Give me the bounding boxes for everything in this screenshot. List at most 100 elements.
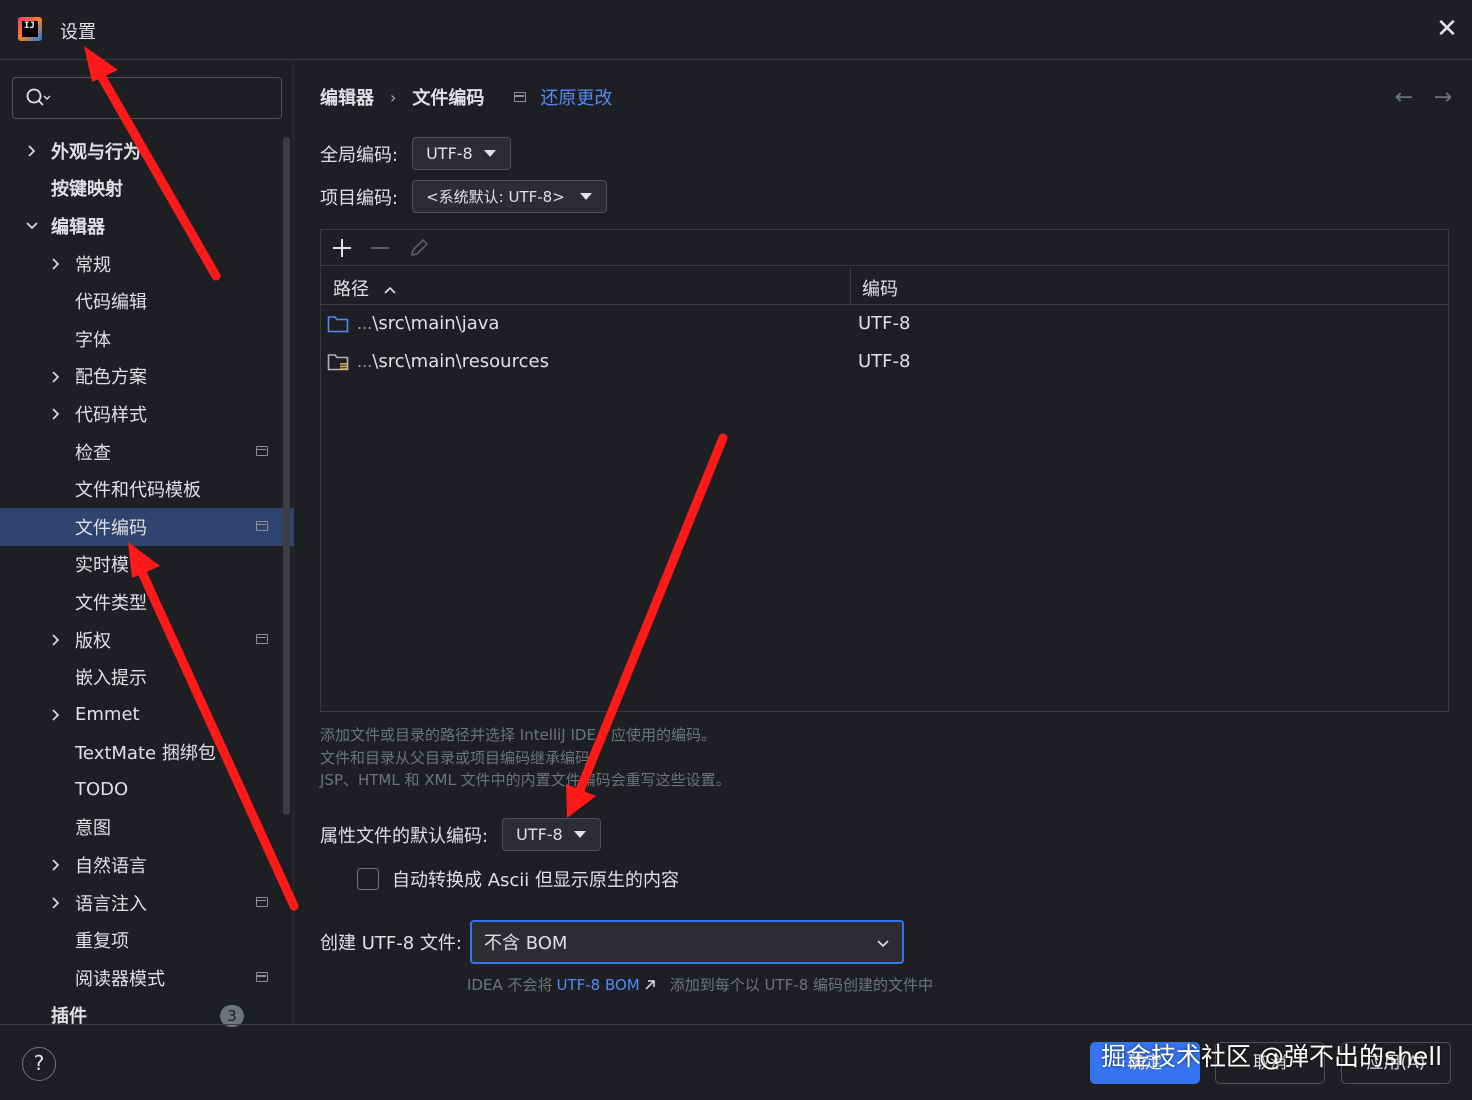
chevron-down-icon[interactable]	[25, 219, 39, 233]
sidebar-item[interactable]: 字体	[0, 320, 294, 358]
sidebar-scrollbar[interactable]	[283, 137, 290, 815]
breadcrumb-parent[interactable]: 编辑器	[320, 84, 374, 110]
encoding-column-header[interactable]: 编码	[862, 275, 898, 301]
help-button[interactable]: ?	[22, 1047, 56, 1081]
sidebar-item[interactable]: 按键映射	[0, 170, 294, 208]
app-logo-icon: IJ	[18, 17, 42, 41]
row-encoding[interactable]: UTF-8	[858, 313, 910, 334]
project-scope-icon	[256, 896, 268, 907]
project-scope-icon	[514, 92, 527, 102]
file-encoding-table: 路径 编码 ...\src\main\java UTF-8 ...\src\ma…	[320, 229, 1449, 712]
settings-sidebar: 外观与行为按键映射编辑器 常规代码编辑字体配色方案代码样式检查 文件和代码模板文件编…	[0, 61, 294, 1027]
sidebar-item[interactable]: 语言注入	[0, 884, 294, 922]
global-encoding-select[interactable]: UTF-8	[412, 137, 512, 170]
resources-folder-icon	[327, 354, 349, 371]
sidebar-item[interactable]: 代码样式	[0, 395, 294, 433]
forward-arrow-icon[interactable]: →	[1431, 86, 1455, 110]
cancel-button[interactable]: 取消	[1215, 1042, 1325, 1084]
settings-search[interactable]	[12, 77, 282, 119]
sidebar-item-label: 实时模	[75, 555, 129, 577]
sidebar-item-label: 文件编码	[75, 517, 147, 539]
sidebar-item-label: 代码样式	[75, 404, 147, 426]
utf8-bom-select[interactable]: 不含 BOM	[469, 920, 904, 964]
dropdown-arrow-icon	[574, 831, 587, 838]
sidebar-item[interactable]: 重复项	[0, 921, 294, 959]
sidebar-item[interactable]: 常规	[0, 245, 294, 283]
back-arrow-icon[interactable]: ←	[1392, 86, 1416, 110]
ascii-conversion-option[interactable]: 自动转换成 Ascii 但显示原生的内容	[357, 866, 679, 892]
sidebar-item[interactable]: 阅读器模式	[0, 959, 294, 997]
row-encoding[interactable]: UTF-8	[858, 351, 910, 372]
project-encoding-label: 项目编码:	[320, 187, 399, 209]
add-icon[interactable]	[330, 236, 354, 260]
ascii-conversion-label: 自动转换成 Ascii 但显示原生的内容	[392, 870, 680, 891]
sidebar-item[interactable]: 嵌入提示	[0, 658, 294, 696]
chevron-right-icon[interactable]	[49, 858, 63, 872]
chevron-right-icon[interactable]	[49, 633, 63, 647]
dropdown-arrow-icon	[580, 193, 593, 200]
remove-icon[interactable]	[368, 236, 392, 260]
sidebar-item-label: 按键映射	[51, 179, 123, 201]
sidebar-item[interactable]: 文件编码	[0, 507, 294, 546]
external-link-icon[interactable]	[644, 979, 656, 991]
utf8-bom-row: 创建 UTF-8 文件: 不含 BOM	[320, 920, 904, 964]
row-path: ...\src\main\resources	[357, 351, 549, 372]
sidebar-item[interactable]: TextMate 捆绑包	[0, 734, 294, 772]
breadcrumb-current: 文件编码	[412, 88, 485, 109]
dialog-footer: ? 确定 取消 应用(A)	[0, 1024, 1472, 1100]
sidebar-item[interactable]: TODO	[0, 771, 294, 809]
utf8-bom-link[interactable]: UTF-8 BOM	[556, 976, 639, 994]
project-scope-icon	[256, 520, 268, 531]
folder-icon	[327, 316, 349, 333]
chevron-right-icon[interactable]	[49, 257, 63, 271]
sidebar-item-label: 代码编辑	[75, 292, 147, 314]
reset-changes-link[interactable]: 还原更改	[540, 84, 612, 110]
properties-encoding-label: 属性文件的默认编码:	[320, 825, 489, 847]
bom-note-prefix: IDEA 不会将	[467, 976, 553, 994]
sidebar-item-label: Emmet	[75, 704, 140, 726]
sidebar-item[interactable]: 外观与行为	[0, 132, 294, 170]
sidebar-item[interactable]: 意图	[0, 809, 294, 847]
table-row[interactable]: ...\src\main\java UTF-8	[321, 306, 1448, 343]
edit-icon[interactable]	[407, 236, 431, 260]
search-icon	[26, 88, 51, 106]
path-column-header[interactable]: 路径	[333, 275, 397, 301]
ascii-conversion-checkbox[interactable]	[357, 868, 379, 890]
sidebar-item-label: 版权	[75, 630, 111, 652]
encoding-help-text: 添加文件或目录的路径并选择 IntelliJ IDEA 应使用的编码。 文件和目…	[320, 724, 731, 792]
sidebar-item-label: 意图	[75, 818, 111, 840]
sidebar-item[interactable]: Emmet	[0, 696, 294, 734]
properties-encoding-value: UTF-8	[516, 825, 563, 844]
sidebar-item[interactable]: 编辑器	[0, 207, 294, 245]
help-line: JSP、HTML 和 XML 文件中的内置文件编码会重写这些设置。	[320, 771, 731, 789]
chevron-right-icon[interactable]	[49, 370, 63, 384]
project-encoding-row: 项目编码: <系统默认: UTF-8>	[320, 180, 608, 213]
sidebar-item[interactable]: 自然语言	[0, 846, 294, 884]
utf8-bom-label: 创建 UTF-8 文件:	[320, 933, 462, 954]
sidebar-item[interactable]: 代码编辑	[0, 282, 294, 320]
sidebar-item[interactable]: 配色方案	[0, 358, 294, 396]
project-scope-icon	[256, 445, 268, 456]
sidebar-item[interactable]: 检查	[0, 433, 294, 471]
sidebar-item-label: 阅读器模式	[75, 968, 165, 990]
sidebar-item[interactable]: 实时模	[0, 546, 294, 584]
column-separator[interactable]	[850, 267, 851, 305]
project-encoding-select[interactable]: <系统默认: UTF-8>	[412, 180, 608, 213]
ok-button[interactable]: 确定	[1090, 1042, 1200, 1084]
table-row[interactable]: ...\src\main\resources UTF-8	[321, 344, 1448, 381]
sidebar-item-label: 字体	[75, 329, 111, 351]
search-input[interactable]	[57, 84, 272, 112]
sidebar-item-label: 配色方案	[75, 367, 147, 389]
chevron-right-icon[interactable]	[49, 407, 63, 421]
global-encoding-row: 全局编码: UTF-8	[320, 137, 512, 170]
properties-encoding-select[interactable]: UTF-8	[502, 818, 602, 851]
sidebar-item[interactable]: 版权	[0, 621, 294, 659]
chevron-right-icon[interactable]	[49, 896, 63, 910]
close-button[interactable]: ✕	[1432, 14, 1462, 44]
chevron-right-icon[interactable]	[25, 144, 39, 158]
sidebar-item-label: 语言注入	[75, 893, 147, 915]
chevron-right-icon[interactable]	[49, 708, 63, 722]
apply-button[interactable]: 应用(A)	[1341, 1042, 1451, 1084]
sidebar-item[interactable]: 文件类型	[0, 583, 294, 621]
sidebar-item[interactable]: 文件和代码模板	[0, 470, 294, 508]
